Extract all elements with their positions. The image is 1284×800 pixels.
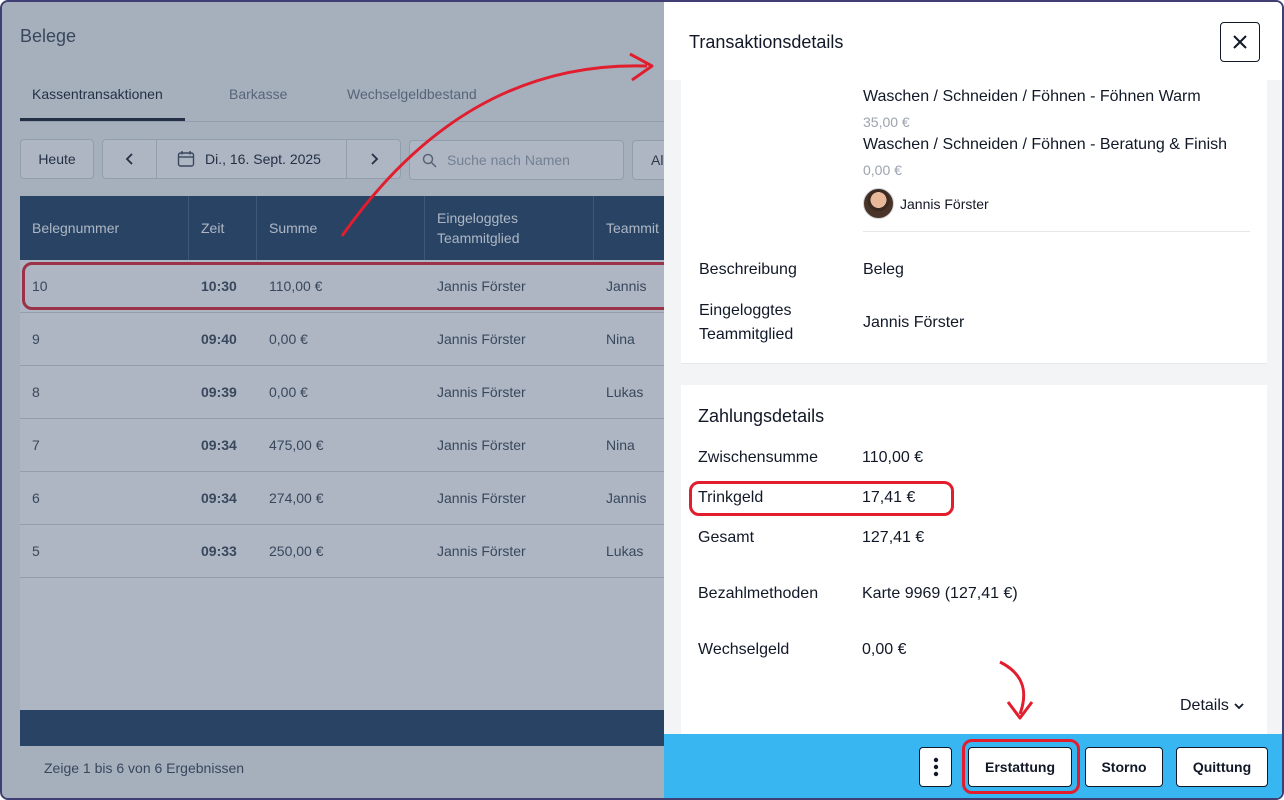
drawer-title: Transaktionsdetails: [689, 32, 844, 52]
cell-sum: 110,00 €: [269, 278, 323, 294]
cell-time: 09:39: [201, 384, 237, 400]
cell-number: 5: [32, 543, 40, 559]
total-label: Gesamt: [698, 529, 755, 546]
search-icon: [422, 153, 437, 168]
payment-methods-value: Karte 9969 (127,41 €): [862, 585, 1018, 602]
calendar-icon: [177, 151, 195, 167]
cell-time: 09:33: [201, 543, 237, 559]
change-label: Wechselgeld: [698, 641, 790, 658]
more-vertical-icon: [933, 757, 938, 777]
avatar: [863, 188, 894, 219]
column-header-eingeloggtes-teammitglied[interactable]: Eingeloggtes Teammitglied: [425, 196, 594, 260]
payment-details-card: Zahlungsdetails Zwischensumme 110,00 € T…: [681, 385, 1267, 745]
close-button[interactable]: [1220, 22, 1260, 62]
transaction-info-card: Waschen / Schneiden / Föhnen - Föhnen Wa…: [681, 80, 1267, 364]
table-row[interactable]: 7 09:34 475,00 € Jannis Förster Nina: [20, 419, 680, 472]
chevron-down-icon: [1234, 703, 1244, 710]
cell-logged-in: Jannis Förster: [437, 331, 526, 347]
details-toggle[interactable]: Details: [1180, 697, 1245, 715]
tab-barkasse[interactable]: Barkasse: [229, 86, 287, 102]
cell-logged-in: Jannis Förster: [437, 384, 526, 400]
service-name: Waschen / Schneiden / Föhnen - Beratung …: [863, 136, 1228, 153]
close-icon: [1233, 35, 1247, 49]
drawer-header: Transaktionsdetails: [664, 2, 1282, 80]
transaction-details-drawer: Transaktionsdetails Waschen / Schneiden …: [664, 2, 1282, 798]
drawer-footer: Erstattung Storno Quittung: [664, 734, 1282, 798]
tip-highlight-annotation: [689, 481, 954, 516]
cell-logged-in: Jannis Förster: [437, 278, 526, 294]
table-row[interactable]: 8 09:39 0,00 € Jannis Förster Lukas: [20, 366, 680, 419]
logged-in-value: Jannis Förster: [863, 314, 965, 331]
table-row[interactable]: 10 10:30 110,00 € Jannis Förster Jannis: [20, 260, 690, 313]
cell-time: 10:30: [201, 278, 237, 294]
payment-details-title: Zahlungsdetails: [698, 406, 825, 426]
receipt-button[interactable]: Quittung: [1176, 747, 1268, 787]
table-header: Belegnummer Zeit Summe Eingeloggtes Team…: [20, 196, 680, 260]
cell-sum: 475,00 €: [269, 437, 324, 453]
service-price: 35,00 €: [863, 114, 910, 130]
payment-methods-label: Bezahlmethoden: [698, 585, 819, 602]
divider: [863, 231, 1250, 232]
table-row[interactable]: 5 09:33 250,00 € Jannis Förster Lukas: [20, 525, 680, 578]
staff-member: Jannis Förster: [863, 188, 989, 219]
cell-number: 9: [32, 331, 40, 347]
search-input[interactable]: [447, 152, 617, 168]
cell-number: 8: [32, 384, 40, 400]
active-tab-indicator: [20, 118, 185, 121]
date-picker: Di., 16. Sept. 2025: [102, 139, 401, 179]
column-header-zeit[interactable]: Zeit: [189, 196, 257, 260]
cell-logged-in: Jannis Förster: [437, 543, 526, 559]
next-day-button[interactable]: [346, 140, 400, 178]
date-display[interactable]: Di., 16. Sept. 2025: [157, 140, 346, 178]
staff-name: Jannis Förster: [900, 195, 989, 212]
cell-time: 09:34: [201, 490, 237, 506]
tab-kassentransaktionen[interactable]: Kassentransaktionen: [32, 86, 163, 102]
cell-time: 09:34: [201, 437, 237, 453]
logged-in-label: Eingeloggtes: [699, 302, 792, 319]
details-label: Details: [1180, 697, 1229, 714]
cell-time: 09:40: [201, 331, 237, 347]
cell-number: 7: [32, 437, 40, 453]
date-label: Di., 16. Sept. 2025: [205, 151, 321, 167]
cell-number: 6: [32, 490, 40, 506]
search-field: [409, 140, 624, 180]
table-empty-area: [20, 578, 680, 710]
app-window: Belege Kassentransaktionen Barkasse Wech…: [0, 0, 1284, 800]
table-row[interactable]: 6 09:34 274,00 € Jannis Förster Jannis: [20, 472, 680, 525]
total-value: 127,41 €: [862, 529, 925, 546]
today-button[interactable]: Heute: [20, 139, 94, 179]
table-row[interactable]: 9 09:40 0,00 € Jannis Förster Nina: [20, 313, 680, 366]
change-value: 0,00 €: [862, 641, 907, 658]
description-label: Beschreibung: [699, 261, 797, 278]
cell-sum: 250,00 €: [269, 543, 324, 559]
previous-day-button[interactable]: [103, 140, 157, 178]
cell-logged-in: Jannis Förster: [437, 490, 526, 506]
column-header-belegnummer[interactable]: Belegnummer: [20, 196, 189, 260]
service-name: Waschen / Schneiden / Föhnen - Föhnen Wa…: [863, 88, 1201, 105]
cell-number: 10: [32, 278, 48, 294]
chevron-left-icon: [125, 153, 133, 165]
column-header-summe[interactable]: Summe: [257, 196, 425, 260]
logged-in-label: Teammitglied: [699, 326, 794, 343]
subtotal-label: Zwischensumme: [698, 449, 819, 466]
page-title: Belege: [20, 26, 77, 46]
cell-sum: 0,00 €: [269, 331, 308, 347]
cell-logged-in: Jannis Förster: [437, 437, 526, 453]
table-footer-bar: [20, 710, 680, 746]
service-price: 0,00 €: [863, 162, 902, 178]
more-options-button[interactable]: [919, 747, 952, 787]
description-value: Beleg: [863, 261, 904, 278]
tab-bar: Kassentransaktionen Barkasse Wechselgeld…: [20, 68, 670, 122]
cancel-button[interactable]: Storno: [1085, 747, 1163, 787]
transactions-table: Belegnummer Zeit Summe Eingeloggtes Team…: [20, 196, 690, 578]
results-count: Zeige 1 bis 6 von 6 Ergebnissen: [44, 760, 245, 776]
cell-sum: 274,00 €: [269, 490, 324, 506]
cell-sum: 0,00 €: [269, 384, 308, 400]
refund-highlight-annotation: [962, 739, 1080, 794]
chevron-right-icon: [370, 153, 378, 165]
tab-wechselgeldbestand[interactable]: Wechselgeldbestand: [347, 86, 477, 102]
subtotal-value: 110,00 €: [862, 449, 924, 466]
